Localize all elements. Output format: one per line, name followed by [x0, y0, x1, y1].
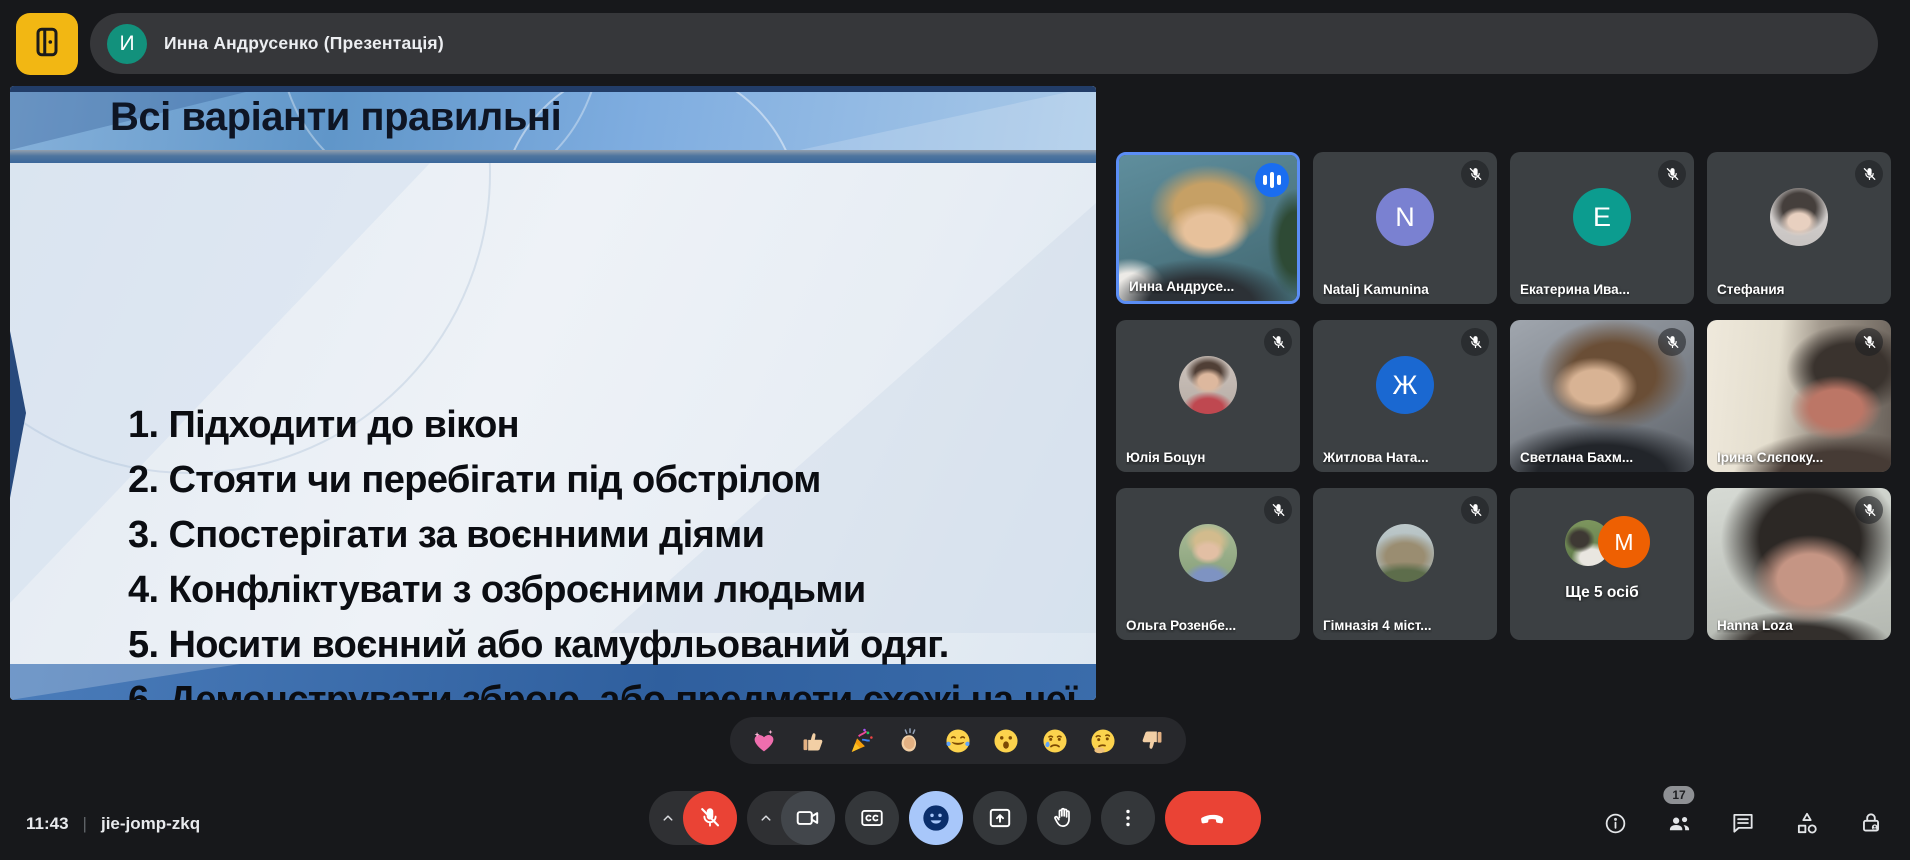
- overflow-initial-avatar: M: [1598, 516, 1650, 568]
- participant-name: Стефания: [1717, 282, 1785, 297]
- slide-list-item: 2. Стояти чи перебігати під обстрілом: [128, 453, 1090, 508]
- participant-avatar: [1179, 356, 1237, 414]
- participant-tile[interactable]: Ж Житлова Ната...: [1313, 320, 1497, 472]
- slide-title: Всі варіанти правильні: [110, 95, 561, 140]
- participant-tile[interactable]: M Ще 5 осіб: [1510, 488, 1694, 640]
- participant-tile[interactable]: E Екатерина Ива...: [1510, 152, 1694, 304]
- door-icon: [29, 24, 65, 65]
- slide-list-item: 1. Підходити до вікон: [128, 398, 1090, 453]
- presenting-now-bar: И Инна Андрусенко (Презентація): [90, 13, 1878, 74]
- presentation-slide[interactable]: Всі варіанти правильні 1. Підходити до в…: [10, 86, 1096, 700]
- panel-controls: 17: [1600, 808, 1886, 838]
- participant-tile[interactable]: Ірина Слєпоку...: [1707, 320, 1891, 472]
- mic-off-icon: [1461, 328, 1489, 356]
- mic-off-icon: [1658, 160, 1686, 188]
- overflow-avatars: M: [1510, 516, 1694, 572]
- reaction-cry-button[interactable]: [1038, 724, 1072, 758]
- participant-tile[interactable]: N Natalj Kamunina: [1313, 152, 1497, 304]
- slide-divider-bar: [10, 150, 1096, 163]
- meeting-code: jie-jomp-zkq: [101, 814, 200, 834]
- participant-tile[interactable]: Юлія Боцун: [1116, 320, 1300, 472]
- reaction-heart-button[interactable]: [747, 724, 781, 758]
- mic-off-icon: [1855, 328, 1883, 356]
- end-call-button[interactable]: [1165, 791, 1261, 845]
- participant-name: Hanna Loza: [1717, 618, 1793, 633]
- speaking-indicator: [1255, 163, 1289, 197]
- meeting-info: 11:43 | jie-jomp-zkq: [26, 814, 200, 834]
- presenter-name: Инна Андрусенко (Презентація): [164, 33, 444, 54]
- participant-tile[interactable]: Инна Андрусе...: [1116, 152, 1300, 304]
- slide-list-item: 4. Конфліктувати з озброєними людьми: [128, 563, 1090, 618]
- clock-time: 11:43: [26, 814, 69, 834]
- raise-hand-button[interactable]: [1037, 791, 1091, 845]
- people-count-badge: 17: [1663, 786, 1694, 804]
- participant-tile[interactable]: Гімназія 4 міст...: [1313, 488, 1497, 640]
- participant-tile[interactable]: Светлана Бахм...: [1510, 320, 1694, 472]
- participant-name: Инна Андрусе...: [1129, 279, 1234, 294]
- participant-name: Юлія Боцун: [1126, 450, 1205, 465]
- mic-button[interactable]: [683, 791, 737, 845]
- participant-name: Ірина Слєпоку...: [1717, 450, 1823, 465]
- participant-avatar: Ж: [1376, 356, 1434, 414]
- slide-list-item: 6. Демонструвати зброю, або предмети схо…: [128, 673, 1090, 700]
- participant-avatar: E: [1573, 188, 1631, 246]
- participant-avatar: N: [1376, 188, 1434, 246]
- reactions-bar: [730, 717, 1186, 764]
- more-options-button[interactable]: [1101, 791, 1155, 845]
- meeting-app-badge[interactable]: [16, 13, 78, 75]
- mic-off-icon: [1658, 328, 1686, 356]
- participant-avatar: [1179, 524, 1237, 582]
- participant-name: Гімназія 4 міст...: [1323, 618, 1432, 633]
- participant-tile[interactable]: Hanna Loza: [1707, 488, 1891, 640]
- reaction-thumbs-down-button[interactable]: [1135, 724, 1169, 758]
- participant-tile[interactable]: Ольга Розенбе...: [1116, 488, 1300, 640]
- camera-button[interactable]: [781, 791, 835, 845]
- present-button[interactable]: [973, 791, 1027, 845]
- slide-list-item: 5. Носити воєнний або камуфльований одяг…: [128, 618, 1090, 673]
- divider: |: [83, 814, 87, 834]
- mic-off-icon: [1264, 496, 1292, 524]
- slide-list: 1. Підходити до вікон2. Стояти чи перебі…: [128, 398, 1090, 700]
- reaction-thumbs-up-button[interactable]: [796, 724, 830, 758]
- chat-button[interactable]: [1728, 808, 1758, 838]
- mic-off-icon: [1855, 496, 1883, 524]
- mic-control: [649, 791, 737, 845]
- mic-options-chevron[interactable]: [653, 791, 683, 845]
- presenter-avatar: И: [107, 24, 147, 64]
- mic-off-icon: [1264, 328, 1292, 356]
- camera-control: [747, 791, 835, 845]
- participant-name: Екатерина Ива...: [1520, 282, 1630, 297]
- call-controls: [649, 791, 1261, 845]
- camera-options-chevron[interactable]: [751, 791, 781, 845]
- participant-name: Житлова Ната...: [1323, 450, 1429, 465]
- participant-name: Ольга Розенбе...: [1126, 618, 1236, 633]
- captions-button[interactable]: [845, 791, 899, 845]
- participant-name: Ще 5 осіб: [1510, 584, 1694, 602]
- participant-avatar: [1770, 188, 1828, 246]
- slide-list-item: 3. Спостерігати за воєнними діями: [128, 508, 1090, 563]
- activities-button[interactable]: [1792, 808, 1822, 838]
- reaction-joy-button[interactable]: [941, 724, 975, 758]
- reaction-thinking-button[interactable]: [1086, 724, 1120, 758]
- mic-off-icon: [1461, 160, 1489, 188]
- mic-off-icon: [1855, 160, 1883, 188]
- info-button[interactable]: [1600, 808, 1630, 838]
- reactions-button[interactable]: [909, 791, 963, 845]
- participant-name: Natalj Kamunina: [1323, 282, 1429, 297]
- reaction-clap-button[interactable]: [893, 724, 927, 758]
- slide-top-line: [10, 86, 1096, 92]
- mic-off-icon: [1461, 496, 1489, 524]
- reaction-party-button[interactable]: [844, 724, 878, 758]
- reaction-surprised-button[interactable]: [989, 724, 1023, 758]
- participant-name: Светлана Бахм...: [1520, 450, 1633, 465]
- participant-tile[interactable]: Стефания: [1707, 152, 1891, 304]
- participant-avatar: [1376, 524, 1434, 582]
- people-button[interactable]: 17: [1664, 808, 1694, 838]
- host-controls-button[interactable]: [1856, 808, 1886, 838]
